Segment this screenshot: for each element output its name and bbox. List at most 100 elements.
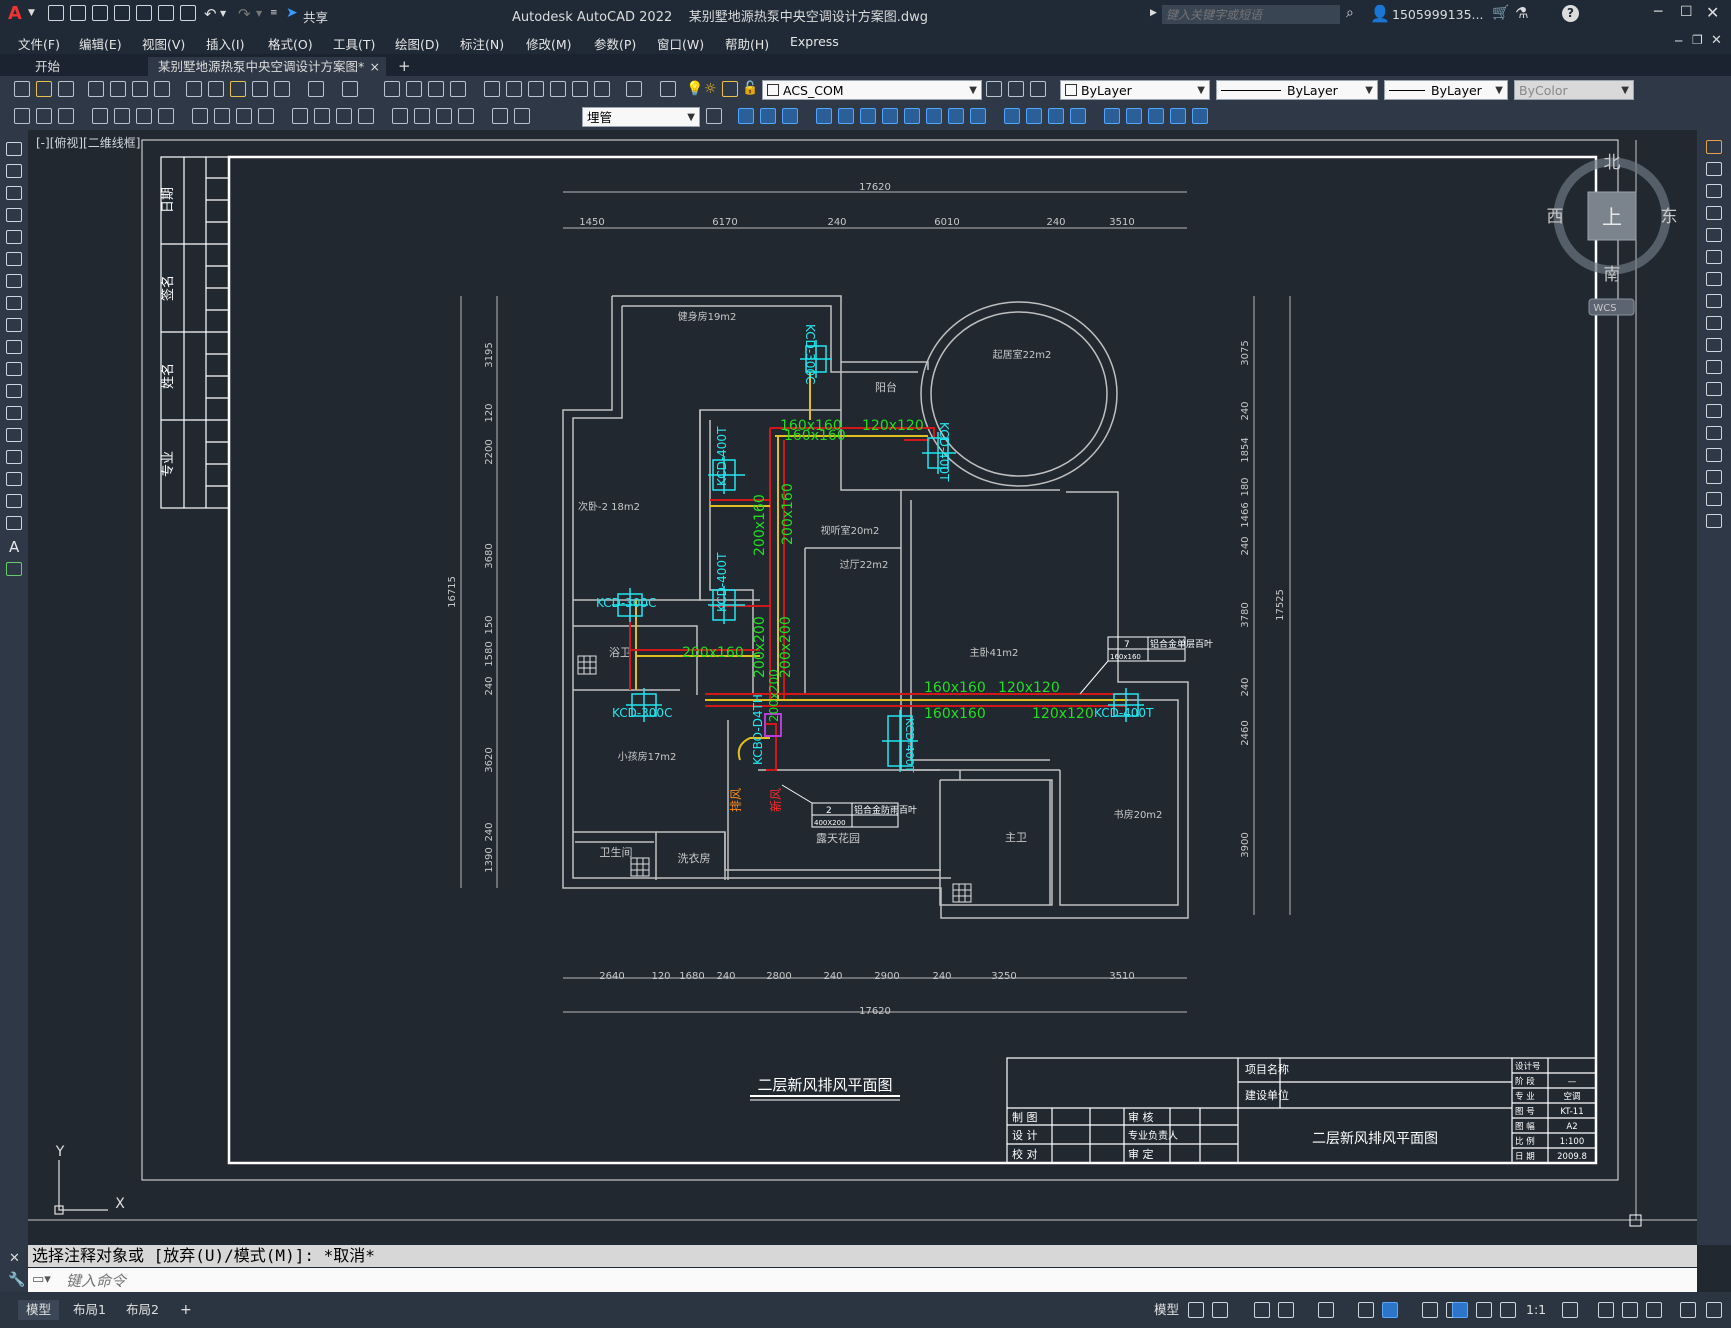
autocad-logo-icon[interactable]: A — [8, 5, 24, 23]
clean-screen-icon[interactable] — [1680, 1302, 1696, 1318]
modify-6-icon[interactable] — [860, 108, 876, 124]
share-button[interactable]: 共享 — [303, 7, 328, 26]
menu-modify[interactable]: 修改(M) — [526, 34, 572, 53]
search-expand-icon[interactable]: ▶ — [1150, 8, 1157, 18]
design-center-icon[interactable] — [506, 81, 522, 97]
menu-file[interactable]: 文件(F) — [18, 34, 60, 53]
annotation-scale-icon[interactable] — [1500, 1302, 1516, 1318]
dim-continue-icon[interactable] — [258, 108, 274, 124]
dim-aligned-icon[interactable] — [36, 108, 52, 124]
tab-active-drawing[interactable]: 某别墅地源热泵中央空调设计方案图* × — [148, 57, 386, 76]
dim-arc-icon[interactable] — [58, 108, 74, 124]
linetype-dropdown[interactable]: ByLayer ▼ — [1216, 80, 1378, 100]
object-snap-tracking-icon[interactable] — [1358, 1302, 1374, 1318]
drawing-canvas[interactable]: [-][俯视][二维线框] 日期 签名 姓名 专业 17620 1450 617… — [28, 130, 1697, 1245]
dim-style-manager-icon[interactable] — [706, 108, 722, 124]
dim-diameter-icon[interactable] — [158, 108, 174, 124]
scale-value[interactable]: 1:1 — [1518, 1300, 1554, 1320]
plotstyle-dropdown[interactable]: ByColor ▼ — [1514, 80, 1634, 100]
pan-icon[interactable] — [384, 81, 400, 97]
region-icon[interactable] — [6, 494, 22, 508]
maximize-icon[interactable]: ☐ — [1680, 4, 1693, 20]
center-mark-icon[interactable] — [358, 108, 374, 124]
ellipse-icon[interactable] — [6, 340, 22, 354]
cut-icon[interactable] — [186, 81, 202, 97]
trim-icon[interactable] — [1706, 338, 1722, 352]
search-icon[interactable]: ⌕ — [1346, 5, 1354, 21]
undo-dropdown-icon[interactable]: ▼ — [220, 9, 226, 18]
command-prompt-icon[interactable]: ▭▾ — [32, 1268, 51, 1292]
offset-icon[interactable] — [1706, 206, 1722, 220]
auto-scale-icon[interactable] — [1476, 1302, 1492, 1318]
tab-close-icon[interactable]: × — [370, 57, 380, 76]
add-selected-icon[interactable] — [6, 562, 22, 576]
point-icon[interactable] — [6, 428, 22, 442]
calculator-icon[interactable] — [594, 81, 610, 97]
tab-layout2[interactable]: 布局2 — [118, 1300, 167, 1320]
redo-tb-icon[interactable] — [342, 81, 358, 97]
block-editor-icon[interactable] — [274, 81, 290, 97]
modify-15-icon[interactable] — [1070, 108, 1086, 124]
grid-icon[interactable] — [1188, 1302, 1204, 1318]
help-icon[interactable]: ? — [1562, 5, 1579, 22]
object-snap-icon[interactable] — [1382, 1302, 1398, 1318]
tab-start[interactable]: 开始 — [35, 57, 145, 76]
annotation-visibility-icon[interactable] — [1452, 1302, 1468, 1318]
dim-break-icon[interactable] — [314, 108, 330, 124]
modify-8-icon[interactable] — [904, 108, 920, 124]
dim-ordinate-icon[interactable] — [92, 108, 108, 124]
layer-previous-icon[interactable] — [1008, 81, 1024, 97]
publish-icon[interactable] — [132, 81, 148, 97]
modify-17-icon[interactable] — [1126, 108, 1142, 124]
command-input-bar[interactable]: ▭▾ — [28, 1268, 1697, 1292]
modify-2-icon[interactable] — [760, 108, 776, 124]
layer-dropdown[interactable]: ACS_COM ▼ — [762, 80, 982, 100]
dim-text-edit-icon[interactable] — [458, 108, 474, 124]
search-input[interactable] — [1162, 5, 1340, 24]
menu-edit[interactable]: 编辑(E) — [79, 34, 122, 53]
menu-parametric[interactable]: 参数(P) — [594, 34, 636, 53]
style-dropdown[interactable]: 埋管 ▼ — [582, 107, 700, 127]
properties-icon[interactable] — [484, 81, 500, 97]
viewcube[interactable] — [1553, 157, 1671, 316]
snap-icon[interactable] — [1212, 1302, 1228, 1318]
menu-format[interactable]: 格式(O) — [268, 34, 313, 53]
revcloud-icon[interactable] — [6, 296, 22, 310]
model-space-toggle[interactable]: 模型 — [1146, 1300, 1187, 1320]
dim-angular-icon[interactable] — [192, 108, 208, 124]
menu-window[interactable]: 窗口(W) — [657, 34, 704, 53]
layer-states-icon[interactable] — [1030, 81, 1046, 97]
line-icon[interactable] — [6, 142, 22, 156]
customization-icon[interactable] — [1706, 1302, 1722, 1318]
modify-1-icon[interactable] — [738, 108, 754, 124]
save-web-icon[interactable] — [158, 5, 174, 21]
help-tb-icon[interactable] — [626, 81, 642, 97]
share-icon[interactable]: ➤ — [286, 5, 298, 21]
new-file-icon[interactable] — [48, 5, 64, 21]
plot-icon[interactable] — [88, 81, 104, 97]
mtext-icon[interactable]: A — [9, 538, 19, 556]
make-current-icon[interactable] — [986, 81, 1002, 97]
zoom-window-icon[interactable] — [428, 81, 444, 97]
break-icon[interactable] — [1706, 404, 1722, 418]
menu-insert[interactable]: 插入(I) — [206, 34, 244, 53]
menu-draw[interactable]: 绘图(D) — [395, 34, 439, 53]
modify-9-icon[interactable] — [926, 108, 942, 124]
modify-7-icon[interactable] — [882, 108, 898, 124]
modify-20-icon[interactable] — [1192, 108, 1208, 124]
zoom-realtime-icon[interactable] — [406, 81, 422, 97]
dim-style-icon[interactable] — [514, 108, 530, 124]
modify-4-icon[interactable] — [816, 108, 832, 124]
layer-vp-icon[interactable] — [722, 81, 738, 97]
xline-icon[interactable] — [6, 164, 22, 178]
modify-12-icon[interactable] — [1004, 108, 1020, 124]
open-file-icon[interactable] — [70, 5, 86, 21]
color-dropdown[interactable]: ByLayer ▼ — [1060, 80, 1210, 100]
tolerance-icon[interactable] — [336, 108, 352, 124]
menu-express[interactable]: Express — [790, 34, 839, 49]
command-input[interactable] — [64, 1270, 1688, 1292]
lineweight-icon[interactable] — [1422, 1302, 1438, 1318]
dim-baseline-icon[interactable] — [236, 108, 252, 124]
match-prop-icon[interactable] — [252, 81, 268, 97]
quick-dim-icon[interactable] — [214, 108, 230, 124]
